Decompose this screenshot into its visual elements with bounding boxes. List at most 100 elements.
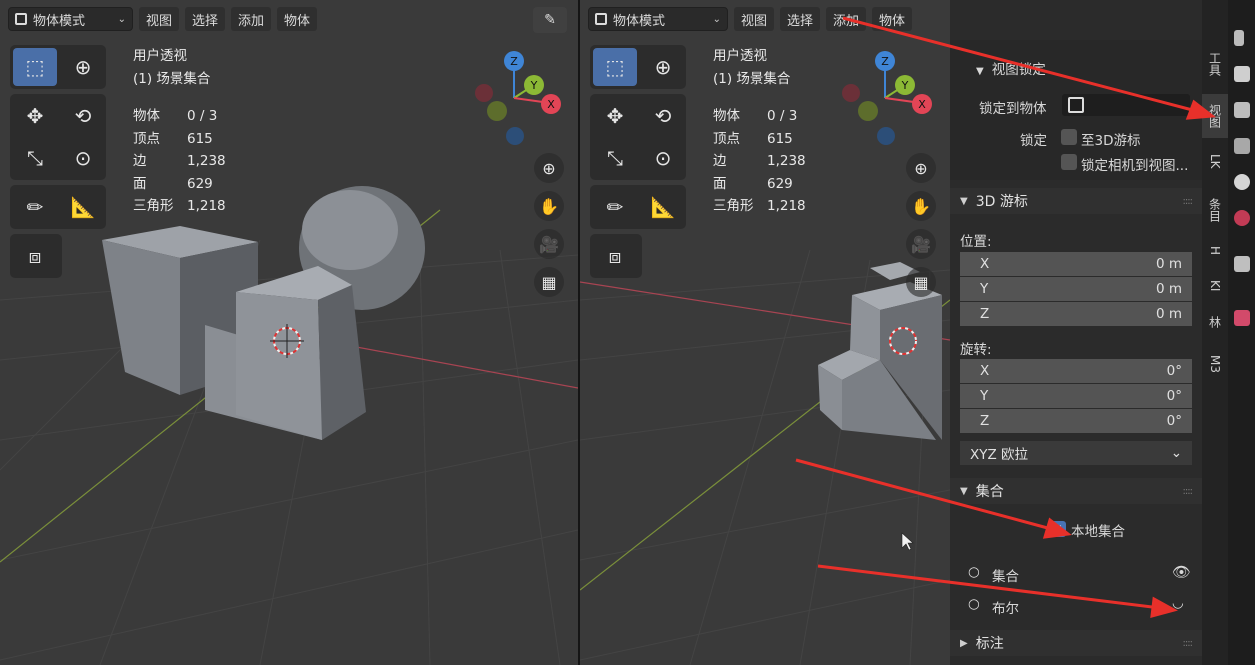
eye-closed-icon[interactable]: ◡ [1172, 595, 1184, 611]
collection-line: (1) 场景集合 [713, 70, 791, 87]
measure-tool[interactable]: 📐 [641, 188, 685, 226]
chevron-down-icon: ⌄ [1170, 445, 1182, 461]
stat-label: 面 [133, 175, 147, 192]
grid-ortho-icon[interactable]: ▦ [906, 267, 936, 297]
cursor-tool[interactable]: ⊕ [61, 48, 105, 86]
tab-lin[interactable]: 林 [1202, 306, 1228, 338]
collection-dot-icon: ○ [968, 596, 980, 612]
move-tool[interactable]: ✥ [593, 97, 637, 135]
tab-ki[interactable]: KI [1202, 270, 1228, 302]
tool-settings-icon[interactable] [1234, 66, 1250, 82]
stat-value: 1,238 [767, 153, 806, 169]
stat-label: 面 [713, 175, 727, 192]
texture-icon[interactable] [1234, 310, 1250, 326]
view-lock-header[interactable]: ▼ 视图锁定 [976, 58, 1046, 78]
collection-icon[interactable] [1234, 256, 1250, 272]
rotate-tool[interactable]: ⟲ [641, 97, 685, 135]
navigation-gizmo-left[interactable]: Z Y X [462, 48, 572, 153]
location-z-field[interactable]: Z0 m [960, 302, 1192, 326]
viewport-header-right: 物体模式 ⌄ 视图 选择 添加 物体 [580, 0, 950, 38]
stat-value: 1,218 [187, 198, 226, 214]
zoom-icon[interactable]: ⊕ [534, 153, 564, 183]
view-name: 用户透视 [133, 48, 187, 64]
rotate-tool[interactable]: ⟲ [61, 97, 105, 135]
eyedropper-button[interactable]: ✎ [533, 7, 567, 33]
sidebar-n-panel: ▼ 视图锁定 锁定到物体 锁定 至3D游标 锁定相机到视图... ▼ 3D 游标::… [950, 0, 1202, 665]
menu-select[interactable]: 选择 [780, 7, 821, 31]
transform-tool[interactable]: ⊙ [641, 139, 685, 177]
select-box-tool[interactable]: ⬚ [593, 48, 637, 86]
measure-tool[interactable]: 📐 [61, 188, 105, 226]
location-x-field[interactable]: X0 m [960, 252, 1192, 276]
drag-grip-icon[interactable]: :::: [1183, 638, 1194, 649]
camera-icon[interactable]: 🎥 [534, 229, 564, 259]
annotate-tool[interactable]: ✏ [593, 188, 637, 226]
add-cube-tool[interactable]: ⧈ [13, 237, 57, 275]
close-icon[interactable] [1234, 30, 1244, 46]
add-cube-tool[interactable]: ⧈ [593, 237, 637, 275]
rotation-x-field[interactable]: X 0° [960, 359, 1192, 383]
menu-select[interactable]: 选择 [185, 7, 226, 31]
lock-to-object-label: 锁定到物体 [979, 101, 1047, 117]
rotation-y-field[interactable]: Y 0° [960, 384, 1192, 408]
cursor-tool[interactable]: ⊕ [641, 48, 685, 86]
properties-tab-strip [1228, 0, 1255, 665]
eye-icon[interactable]: 👁 [1172, 563, 1191, 581]
lock-to-3d-cursor-checkbox[interactable] [1061, 129, 1077, 145]
viewport-left[interactable]: 物体模式 ⌄ 视图 选择 添加 物体 ✎ ⬚ ⊕ ✥ ⟲ ⤡ ⊙ ✏ 📐 ⧈ 用户透视 … [0, 0, 578, 665]
menu-view[interactable]: 视图 [734, 7, 775, 31]
grid-ortho-icon[interactable]: ▦ [534, 267, 564, 297]
annotation-section-header[interactable]: ▶ 标注:::: [950, 630, 1202, 656]
hand-pan-icon[interactable]: ✋ [906, 191, 936, 221]
annotate-tool[interactable]: ✏ [13, 188, 57, 226]
hand-pan-icon[interactable]: ✋ [534, 191, 564, 221]
tab-lk[interactable]: LK [1202, 144, 1228, 178]
local-collection-checkbox[interactable]: ✓ [1050, 521, 1066, 537]
move-tool[interactable]: ✥ [13, 97, 57, 135]
tab-m3[interactable]: M3 [1202, 344, 1228, 384]
tab-tool[interactable]: 工具 [1202, 40, 1228, 88]
drag-grip-icon[interactable]: :::: [1183, 486, 1194, 497]
viewport-right[interactable]: 物体模式 ⌄ 视图 选择 添加 物体 ⬚ ⊕ ✥ ⟲ ⤡ ⊙ ✏ 📐 ⧈ 用户透视 (1… [580, 0, 950, 665]
select-box-tool[interactable]: ⬚ [13, 48, 57, 86]
rotation-z-field[interactable]: Z 0° [960, 409, 1192, 433]
collection-item[interactable]: 布尔 [992, 597, 1019, 617]
camera-icon[interactable]: 🎥 [906, 229, 936, 259]
chevron-down-icon: ⌄ [117, 13, 126, 25]
menu-view[interactable]: 视图 [139, 7, 180, 31]
transform-tool[interactable]: ⊙ [61, 139, 105, 177]
gizmo-y-label: Y [530, 79, 538, 92]
menu-object[interactable]: 物体 [872, 7, 913, 31]
zoom-icon[interactable]: ⊕ [906, 153, 936, 183]
world-icon[interactable] [1234, 210, 1250, 226]
collection-item[interactable]: 集合 [992, 565, 1019, 585]
tab-h[interactable]: H [1202, 236, 1228, 266]
menu-add[interactable]: 添加 [231, 7, 272, 31]
navigation-gizmo-right[interactable]: Z Y X [835, 48, 945, 153]
gizmo-z-label: Z [510, 55, 518, 68]
stat-label: 边 [133, 153, 147, 169]
mode-select[interactable]: 物体模式 ⌄ [588, 7, 728, 31]
eyedropper-icon: ✎ [544, 12, 556, 28]
menu-add[interactable]: 添加 [826, 7, 867, 31]
output-icon[interactable] [1234, 138, 1250, 154]
cursor-section-header[interactable]: ▼ 3D 游标:::: [950, 188, 1202, 214]
menu-object[interactable]: 物体 [277, 7, 318, 31]
render-icon[interactable] [1234, 102, 1250, 118]
location-label: 位置: [960, 234, 992, 250]
lock-to-object-field[interactable] [1062, 94, 1190, 116]
location-y-field[interactable]: Y0 m [960, 277, 1192, 301]
collections-section-header[interactable]: ▼ 集合:::: [950, 478, 1202, 504]
stat-value: 615 [767, 130, 793, 147]
mode-select[interactable]: 物体模式 ⌄ [8, 7, 133, 31]
tab-item[interactable]: 条目 [1202, 186, 1228, 234]
lock-camera-checkbox[interactable] [1061, 154, 1077, 170]
sidebar-tabs: 工具 视图 LK 条目 H KI 林 M3 [1202, 0, 1228, 665]
collection-dot-icon: ○ [968, 564, 980, 580]
rotation-mode-select[interactable]: XYZ 欧拉 ⌄ [960, 441, 1192, 465]
scale-tool[interactable]: ⤡ [593, 139, 637, 177]
scale-tool[interactable]: ⤡ [13, 139, 57, 177]
scene-icon[interactable] [1234, 174, 1250, 190]
drag-grip-icon[interactable]: :::: [1183, 196, 1194, 207]
tab-view[interactable]: 视图 [1202, 94, 1228, 138]
